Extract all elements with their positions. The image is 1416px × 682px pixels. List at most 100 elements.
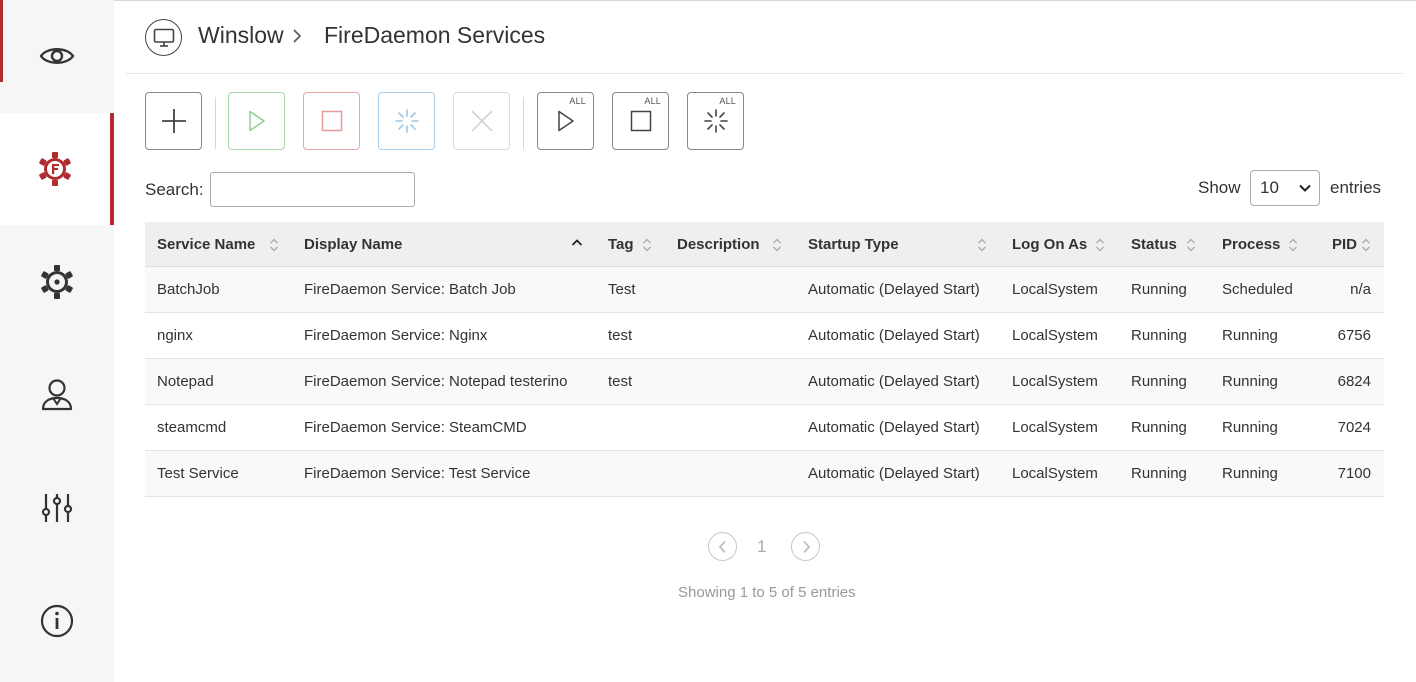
sort-icon bbox=[1289, 238, 1297, 252]
table-header: Service Name Display Name Tag Descriptio… bbox=[145, 222, 1384, 267]
sort-icon bbox=[978, 238, 986, 252]
chevron-left-icon bbox=[718, 540, 726, 553]
cell-startup-type: Automatic (Delayed Start) bbox=[808, 465, 980, 482]
cell-pid: 7100 bbox=[1337, 465, 1371, 482]
column-header-tag[interactable]: Tag bbox=[608, 236, 634, 253]
cell-process: Running bbox=[1222, 465, 1278, 482]
sidebar-item-settings[interactable] bbox=[0, 226, 114, 338]
cell-status: Running bbox=[1131, 465, 1187, 482]
column-header-log-on-as[interactable]: Log On As bbox=[1012, 236, 1087, 253]
cell-display-name: FireDaemon Service: Nginx bbox=[304, 327, 488, 344]
column-header-startup-type[interactable]: Startup Type bbox=[808, 236, 899, 253]
sidebar-item-overview[interactable] bbox=[0, 0, 114, 112]
cell-startup-type: Automatic (Delayed Start) bbox=[808, 419, 980, 436]
table-row[interactable]: steamcmd FireDaemon Service: SteamCMD Au… bbox=[145, 405, 1384, 451]
add-service-button[interactable] bbox=[145, 92, 202, 150]
monitor-icon bbox=[145, 19, 182, 56]
page-length-value: 10 bbox=[1260, 178, 1279, 197]
cell-service-name: Test Service bbox=[157, 465, 239, 482]
stop-all-button[interactable]: ALL bbox=[612, 92, 669, 150]
restart-all-button[interactable]: ALL bbox=[687, 92, 744, 150]
sliders-icon bbox=[41, 494, 73, 522]
cell-log-on-as: LocalSystem bbox=[1012, 327, 1098, 344]
cell-status: Running bbox=[1131, 281, 1187, 298]
cell-process: Running bbox=[1222, 419, 1278, 436]
spinner-icon bbox=[394, 109, 419, 133]
table-row[interactable]: BatchJob FireDaemon Service: Batch Job T… bbox=[145, 267, 1384, 313]
cell-startup-type: Automatic (Delayed Start) bbox=[808, 281, 980, 298]
column-header-service-name[interactable]: Service Name bbox=[157, 236, 255, 253]
eye-icon bbox=[39, 48, 75, 64]
stop-icon bbox=[321, 110, 342, 132]
search-input[interactable] bbox=[210, 172, 415, 207]
cell-pid: n/a bbox=[1350, 281, 1371, 298]
cell-pid: 7024 bbox=[1337, 419, 1371, 436]
cell-status: Running bbox=[1131, 327, 1187, 344]
play-icon bbox=[248, 110, 265, 132]
breadcrumb-chevron-icon bbox=[293, 29, 302, 43]
cell-display-name: FireDaemon Service: Notepad testerino bbox=[304, 373, 568, 390]
breadcrumb-computer[interactable]: Winslow bbox=[198, 22, 284, 49]
cell-log-on-as: LocalSystem bbox=[1012, 373, 1098, 390]
previous-page-button[interactable] bbox=[708, 532, 737, 561]
cell-process: Running bbox=[1222, 327, 1278, 344]
start-service-button[interactable] bbox=[228, 92, 285, 150]
cell-service-name: BatchJob bbox=[157, 281, 220, 298]
all-badge: ALL bbox=[644, 96, 661, 106]
cell-display-name: FireDaemon Service: SteamCMD bbox=[304, 419, 527, 436]
cell-tag: Test bbox=[608, 281, 636, 298]
cell-service-name: nginx bbox=[157, 327, 193, 344]
page-title: FireDaemon Services bbox=[324, 22, 546, 48]
delete-service-button[interactable] bbox=[453, 92, 510, 150]
toolbar-divider bbox=[523, 97, 524, 149]
sidebar bbox=[0, 0, 114, 682]
sidebar-accent bbox=[0, 0, 3, 82]
sort-icon bbox=[643, 238, 651, 252]
restart-service-button[interactable] bbox=[378, 92, 435, 150]
toolbar-divider bbox=[215, 97, 216, 149]
cell-service-name: steamcmd bbox=[157, 419, 227, 436]
page-number[interactable]: 1 bbox=[757, 537, 766, 557]
stop-icon bbox=[630, 110, 651, 132]
sort-icon bbox=[1362, 238, 1370, 252]
cell-process: Running bbox=[1222, 373, 1278, 390]
cell-status: Running bbox=[1131, 373, 1187, 390]
cell-startup-type: Automatic (Delayed Start) bbox=[808, 327, 980, 344]
chevron-down-icon bbox=[1299, 184, 1311, 192]
cell-display-name: FireDaemon Service: Batch Job bbox=[304, 281, 516, 298]
plus-icon bbox=[161, 109, 186, 133]
sort-icon bbox=[773, 238, 781, 252]
sidebar-item-options[interactable] bbox=[0, 452, 114, 564]
cell-pid: 6756 bbox=[1337, 327, 1371, 344]
cell-startup-type: Automatic (Delayed Start) bbox=[808, 373, 980, 390]
cell-status: Running bbox=[1131, 419, 1187, 436]
play-icon bbox=[557, 110, 574, 132]
sidebar-item-about[interactable] bbox=[0, 565, 114, 677]
next-page-button[interactable] bbox=[791, 532, 820, 561]
sidebar-item-users[interactable] bbox=[0, 339, 114, 451]
table-row[interactable]: Test Service FireDaemon Service: Test Se… bbox=[145, 451, 1384, 497]
column-header-description[interactable]: Description bbox=[677, 236, 760, 253]
cell-log-on-as: LocalSystem bbox=[1012, 281, 1098, 298]
cell-tag: test bbox=[608, 373, 633, 390]
column-header-status[interactable]: Status bbox=[1131, 236, 1177, 253]
table-row[interactable]: Notepad FireDaemon Service: Notepad test… bbox=[145, 359, 1384, 405]
table-info: Showing 1 to 5 of 5 entries bbox=[678, 584, 856, 601]
spinner-icon bbox=[703, 109, 728, 133]
column-header-display-name[interactable]: Display Name bbox=[304, 236, 402, 253]
stop-service-button[interactable] bbox=[303, 92, 360, 150]
column-header-process[interactable]: Process bbox=[1222, 236, 1280, 253]
cell-tag: test bbox=[608, 327, 633, 344]
column-header-pid[interactable]: PID bbox=[1332, 236, 1357, 253]
page-header: Winslow FireDaemon Services bbox=[126, 0, 1403, 74]
firedaemon-icon bbox=[39, 152, 71, 186]
page-length-select[interactable]: 10 bbox=[1250, 170, 1320, 206]
sidebar-item-firedaemon[interactable] bbox=[0, 113, 114, 225]
sort-icon bbox=[1096, 238, 1104, 252]
start-all-button[interactable]: ALL bbox=[537, 92, 594, 150]
sort-icon bbox=[1187, 238, 1195, 252]
all-badge: ALL bbox=[719, 96, 736, 106]
sort-ascending-icon bbox=[571, 239, 583, 246]
close-icon bbox=[470, 110, 493, 132]
table-row[interactable]: nginx FireDaemon Service: Nginx test Aut… bbox=[145, 313, 1384, 359]
